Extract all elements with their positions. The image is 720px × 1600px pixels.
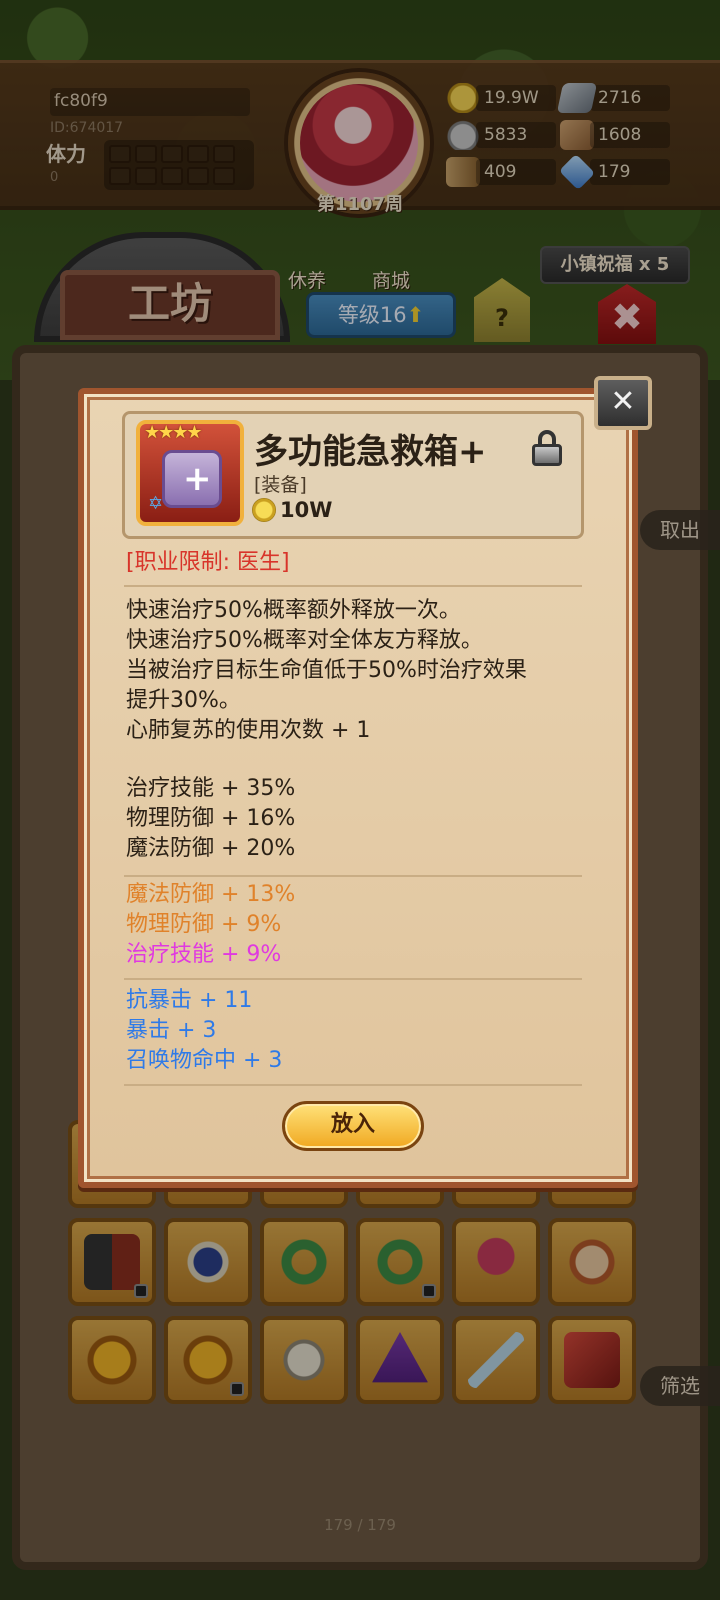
divider xyxy=(124,978,582,980)
base-stats: 治疗技能 + 35% 物理防御 + 16% 魔法防御 + 20% xyxy=(126,774,582,864)
extra-stat-line: 暴击 + 3 xyxy=(126,1018,217,1043)
bonus-stat-line: 治疗技能 + 9% xyxy=(126,942,282,967)
stat-line: 魔法防御 + 20% xyxy=(126,836,296,861)
item-name: 多功能急救箱+ xyxy=(254,432,487,472)
extra-stat-line: 抗暴击 + 11 xyxy=(126,988,253,1013)
extra-stats: 抗暴击 + 11 暴击 + 3 召唤物命中 + 3 xyxy=(126,986,582,1076)
description-line: 快速治疗50%概率额外释放一次。 xyxy=(126,598,461,623)
item-type: [装备] xyxy=(254,474,307,496)
description-line: 当被治疗目标生命值低于50%时治疗效果 xyxy=(126,658,527,683)
description-line: 提升30%。 xyxy=(126,688,241,713)
first-aid-kit-icon: + ★★★★ ✡ xyxy=(136,420,244,526)
price-value: 10W xyxy=(280,498,333,522)
close-icon: ✕ xyxy=(610,384,636,419)
item-description: 快速治疗50%概率额外释放一次。 快速治疗50%概率对全体友方释放。 当被治疗目… xyxy=(126,596,582,746)
rarity-stars: ★★★★ xyxy=(144,422,203,443)
divider xyxy=(124,875,582,877)
item-price: 10W xyxy=(252,498,332,522)
star-of-david-icon: ✡ xyxy=(148,493,164,514)
medical-cross-icon: + xyxy=(183,459,212,499)
lock-icon[interactable] xyxy=(532,430,562,466)
bonus-stat-line: 物理防御 + 9% xyxy=(126,912,282,937)
divider xyxy=(124,1084,582,1086)
extra-stat-line: 召唤物命中 + 3 xyxy=(126,1048,283,1073)
bonus-stat-line: 魔法防御 + 13% xyxy=(126,882,296,907)
stat-line: 治疗技能 + 35% xyxy=(126,776,296,801)
divider xyxy=(124,585,582,587)
bonus-stats: 魔法防御 + 13% 物理防御 + 9% 治疗技能 + 9% xyxy=(126,880,582,970)
description-line: 心肺复苏的使用次数 + 1 xyxy=(126,718,371,743)
stat-line: 物理防御 + 16% xyxy=(126,806,296,831)
dialog-close-button[interactable]: ✕ xyxy=(594,376,652,430)
class-restriction: [职业限制: 医生] xyxy=(126,550,290,575)
description-line: 快速治疗50%概率对全体友方释放。 xyxy=(126,628,483,653)
gold-coin-icon xyxy=(252,498,276,522)
put-in-button[interactable]: 放入 xyxy=(282,1101,424,1151)
